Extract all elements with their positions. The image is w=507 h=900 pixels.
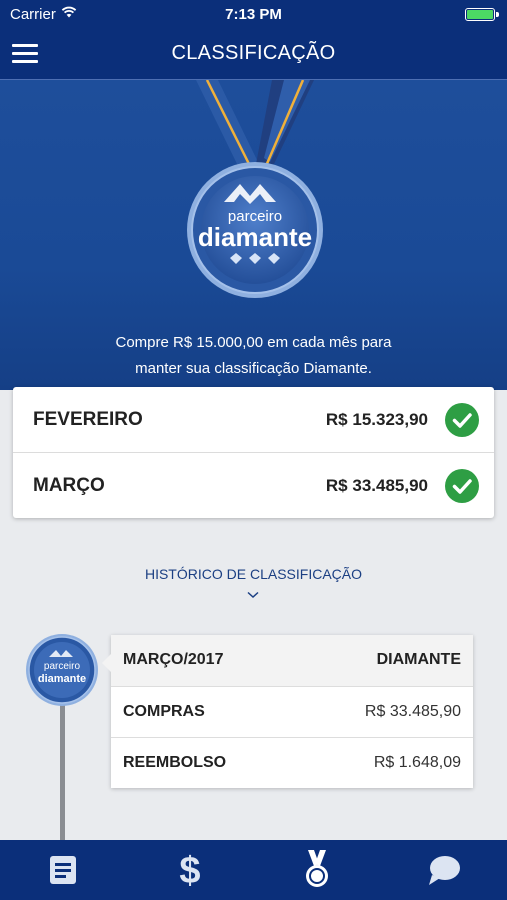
requirement-message-line1: Compre R$ 15.000,00 em cada mês para: [115, 334, 392, 351]
tab-bar: $: [0, 840, 507, 900]
history-label: COMPRAS: [123, 703, 205, 720]
tab-statements[interactable]: [0, 840, 126, 900]
status-bar: Carrier 7:13 PM: [0, 0, 507, 30]
history-tier: DIAMANTE: [376, 651, 461, 668]
battery-icon: [465, 8, 499, 21]
nav-bar: CLASSIFICAÇÃO: [0, 30, 507, 80]
history-refund-row: REEMBOLSO R$ 1.648,09: [111, 737, 473, 788]
history-period: MARÇO/2017: [123, 651, 224, 668]
history-card: MARÇO/2017 DIAMANTE COMPRAS R$ 33.485,90…: [102, 635, 473, 788]
history-value: R$ 33.485,90: [364, 703, 461, 720]
month-value: R$ 15.323,90: [325, 410, 428, 429]
timeline-medal-line2: diamante: [38, 673, 86, 685]
monthly-purchases-card: FEVEREIRO R$ 15.323,90 MARÇO R$ 33.485,9…: [13, 387, 494, 518]
chevron-down-icon[interactable]: [247, 586, 259, 604]
tab-finance[interactable]: $: [127, 840, 253, 900]
history-toggle[interactable]: HISTÓRICO DE CLASSIFICAÇÃO: [0, 566, 507, 582]
history-label: REEMBOLSO: [123, 754, 227, 771]
requirement-message-line2: manter sua classificação Diamante.: [135, 360, 372, 377]
tab-classification[interactable]: [254, 840, 380, 900]
card-pointer: [102, 654, 111, 672]
document-icon: [50, 856, 76, 884]
month-value: R$ 33.485,90: [325, 476, 428, 495]
tab-chat[interactable]: [381, 840, 507, 900]
history-period-row: MARÇO/2017 DIAMANTE: [111, 635, 473, 686]
history-value: R$ 1.648,09: [373, 754, 461, 771]
month-row: MARÇO R$ 33.485,90: [13, 452, 494, 518]
timeline-medal-line1: parceiro: [44, 661, 81, 672]
month-name: FEVEREIRO: [33, 409, 143, 430]
page-title: CLASSIFICAÇÃO: [171, 42, 336, 64]
medal-icon: [306, 850, 328, 887]
hero-section: parceiro diamante Compre R$ 15.000,00 em…: [0, 80, 507, 390]
timeline-line: [60, 700, 65, 845]
dollar-icon: $: [179, 850, 200, 890]
diamond-medal-small-icon: parceiro diamante: [26, 634, 98, 706]
diamond-medal-icon: parceiro diamante: [187, 80, 323, 298]
history-purchases-row: COMPRAS R$ 33.485,90: [111, 686, 473, 737]
month-row: FEVEREIRO R$ 15.323,90: [13, 387, 494, 452]
check-icon: [445, 403, 479, 437]
medal-label-line2: diamante: [198, 222, 312, 252]
check-icon: [445, 469, 479, 503]
chat-icon: [429, 856, 460, 885]
clock: 7:13 PM: [225, 6, 282, 23]
svg-text:$: $: [179, 850, 200, 890]
month-name: MARÇO: [33, 475, 105, 496]
